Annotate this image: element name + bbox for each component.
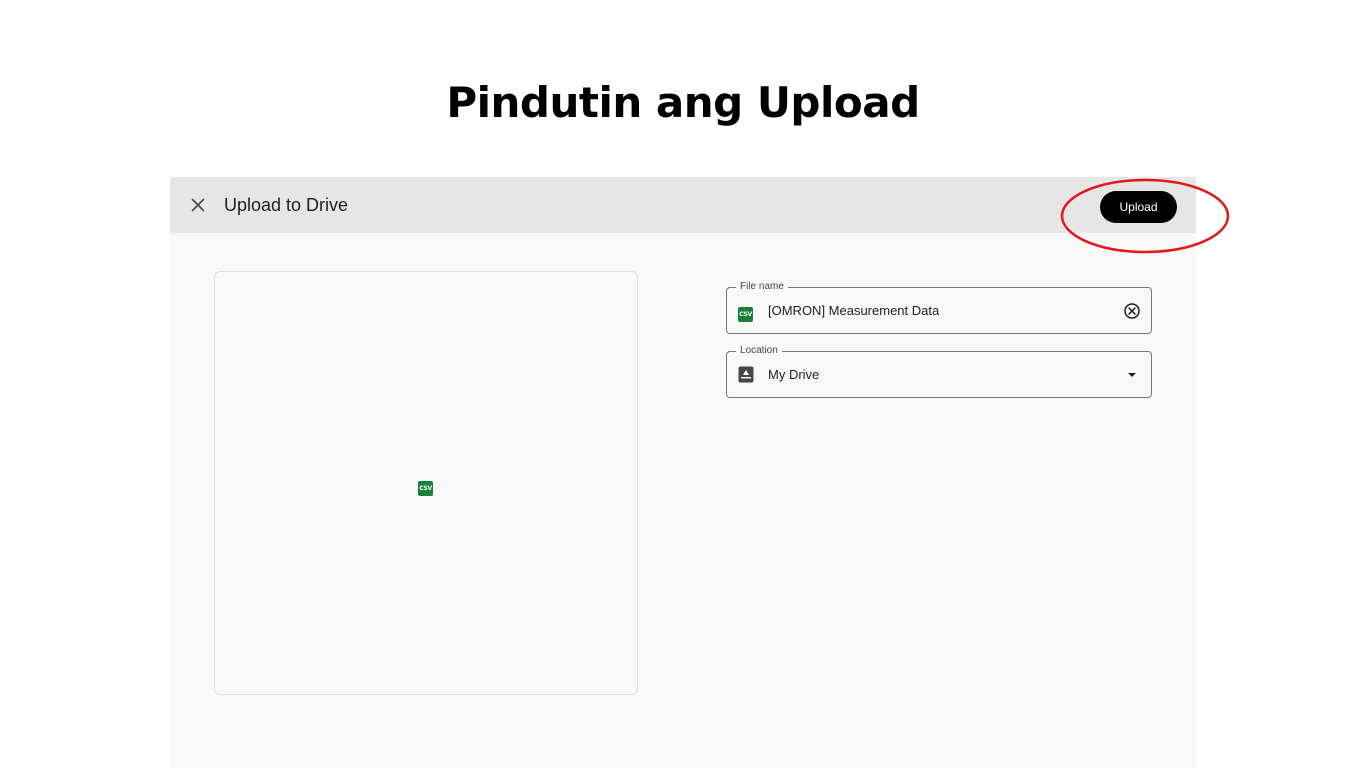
close-icon bbox=[191, 198, 205, 212]
upload-button[interactable]: Upload bbox=[1100, 191, 1177, 223]
csv-file-icon: CSV bbox=[738, 303, 754, 322]
clear-circle-icon bbox=[1124, 303, 1140, 319]
dialog-topbar: Upload to Drive Upload bbox=[170, 177, 1196, 233]
csv-badge-label: CSV bbox=[738, 307, 753, 322]
location-select[interactable]: My Drive bbox=[768, 366, 819, 384]
clear-button[interactable] bbox=[1122, 301, 1142, 321]
location-field[interactable]: Location My Drive bbox=[726, 344, 1152, 398]
file-name-field[interactable]: File name CSV [OMRON] Measurement Data bbox=[726, 280, 1152, 334]
file-name-input[interactable]: [OMRON] Measurement Data bbox=[768, 302, 939, 320]
location-label: Location bbox=[736, 344, 782, 358]
close-button[interactable] bbox=[186, 193, 210, 217]
file-name-label: File name bbox=[736, 280, 788, 294]
csv-badge-label: CSV bbox=[418, 481, 433, 496]
file-preview: CSV bbox=[214, 271, 638, 695]
csv-file-icon: CSV bbox=[418, 477, 433, 496]
my-drive-icon bbox=[738, 366, 754, 383]
dialog-title: Upload to Drive bbox=[224, 195, 349, 215]
location-dropdown-button[interactable] bbox=[1122, 365, 1142, 385]
upload-dialog: Upload to Drive Upload CSV File name CSV… bbox=[170, 177, 1196, 768]
dropdown-arrow-icon bbox=[1128, 373, 1136, 377]
slide-title: Pindutin ang Upload bbox=[446, 78, 920, 127]
